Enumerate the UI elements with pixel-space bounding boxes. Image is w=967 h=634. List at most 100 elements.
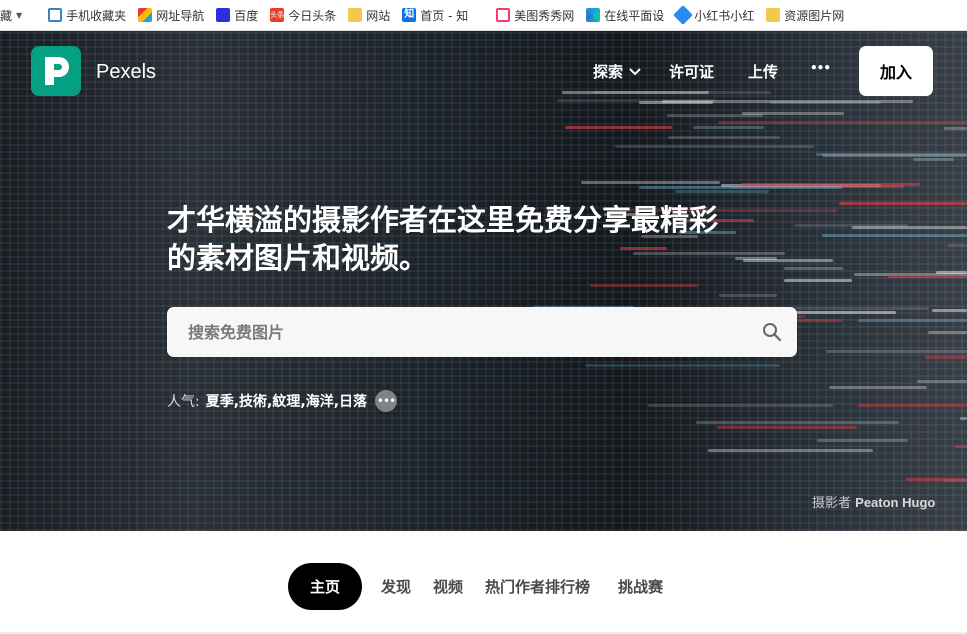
light-streak — [794, 224, 908, 228]
light-streak — [695, 421, 900, 425]
nav-license[interactable]: 许可证 — [669, 61, 714, 82]
bookmark-item[interactable]: 资源图片网 — [766, 7, 844, 24]
light-streak — [828, 385, 928, 389]
folder-icon — [348, 8, 363, 22]
light-streak — [816, 152, 967, 156]
headline-line-2: 的素材图片和视频。 — [167, 241, 429, 275]
bookmark-label: 百度 — [234, 8, 259, 23]
popular-searches: 人气: 夏季, 技術, 紋理, 海洋, 日落 ••• — [167, 390, 398, 412]
bookmarks-bar: 藏 ▼ 手机收藏夹 网址导航 百度 头条 今日头条 网站 知 首页 - 知 美图… — [0, 0, 967, 31]
bookmark-folder-toggle[interactable]: 藏 ▼ — [0, 7, 36, 24]
light-streak — [917, 379, 967, 383]
popular-tag[interactable]: 海洋, — [306, 391, 339, 411]
nav-explore-label: 探索 — [593, 63, 624, 81]
bookmark-item[interactable]: 头条 今日头条 — [270, 7, 336, 24]
tab-challenges[interactable]: 挑战赛 — [618, 563, 663, 610]
hero-headline: 才华横溢的摄影作者在这里免费分享最精彩 的素材图片和视频。 — [167, 201, 807, 277]
search-icon — [763, 323, 782, 342]
brand-name[interactable]: Pexels — [96, 61, 156, 84]
nav-explore[interactable]: 探索 — [593, 61, 641, 82]
hero-section: Pexels 探索 许可证 上传 ••• 加入 才华横溢的摄影作者在这里免费分享… — [0, 31, 967, 531]
light-streak — [719, 293, 777, 297]
tab-discover[interactable]: 发现 — [381, 563, 411, 610]
light-streak — [944, 126, 967, 130]
bookmark-label: 网址导航 — [156, 8, 205, 23]
light-streak — [857, 319, 967, 323]
nav-more-button[interactable]: ••• — [810, 61, 831, 75]
light-streak — [668, 136, 781, 140]
toutiao-icon: 头条 — [270, 8, 285, 22]
headline-line-1: 才华横溢的摄影作者在这里免费分享最精彩 — [167, 203, 719, 237]
meitu-icon — [496, 8, 511, 22]
search-button[interactable] — [747, 307, 797, 357]
content-tabs: 主页 发现 视频 热门作者排行榜 挑战赛 — [0, 531, 967, 634]
light-streak — [561, 91, 710, 95]
drop-icon — [673, 5, 694, 25]
light-streak — [936, 270, 967, 274]
light-streak — [707, 448, 873, 452]
bookmark-item[interactable]: 知 首页 - 知 — [402, 7, 468, 24]
bookmark-label: 在线平面设 — [604, 8, 665, 23]
light-streak — [906, 478, 967, 482]
light-streak — [666, 113, 764, 117]
light-streak — [822, 233, 967, 237]
photographer-name: Peaton Hugo — [855, 495, 936, 510]
light-streak — [959, 416, 967, 420]
bookmark-label: 资源图片网 — [784, 8, 845, 23]
tab-videos[interactable]: 视频 — [433, 563, 463, 610]
bookmark-item[interactable]: 手机收藏夹 — [48, 7, 126, 24]
light-streak — [581, 180, 721, 184]
light-streak — [590, 284, 699, 288]
light-streak — [661, 99, 913, 103]
join-button[interactable]: 加入 — [859, 46, 933, 96]
chevron-down-icon — [629, 67, 641, 75]
light-streak — [826, 349, 967, 353]
light-streak — [955, 445, 967, 449]
bookmark-item[interactable]: 网站 — [348, 7, 390, 24]
light-streak — [817, 438, 908, 442]
edge-icon — [586, 8, 601, 22]
popular-tag[interactable]: 日落 — [339, 391, 367, 411]
popular-tag[interactable]: 夏季, — [206, 391, 239, 411]
light-streak — [718, 121, 967, 125]
bookmark-label: 今日头条 — [288, 8, 337, 23]
folder-icon — [766, 8, 781, 22]
light-streak — [692, 125, 765, 129]
pexels-p-icon — [45, 57, 69, 85]
home-nav-icon — [138, 8, 153, 22]
bookmark-item[interactable]: 美图秀秀网 — [496, 7, 574, 24]
light-streak — [838, 201, 967, 205]
bookmark-item[interactable]: 百度 — [216, 7, 258, 24]
light-streak — [638, 185, 843, 189]
more-tags-button[interactable]: ••• — [375, 390, 398, 412]
popular-label: 人气: — [167, 394, 200, 410]
bookmark-label: 小红书小红 — [694, 8, 755, 23]
light-streak — [784, 278, 852, 282]
caret-down-icon: ▼ — [16, 10, 23, 20]
pexels-logo[interactable] — [31, 46, 81, 96]
light-streak — [614, 144, 814, 148]
bookmark-item[interactable]: 小红书小红 — [673, 5, 755, 25]
tab-home[interactable]: 主页 — [288, 563, 362, 610]
phone-icon — [48, 8, 63, 22]
light-streak — [857, 403, 967, 407]
bookmark-item[interactable]: 在线平面设 — [586, 7, 664, 24]
search-bar — [167, 307, 797, 357]
light-streak — [647, 403, 833, 407]
search-input[interactable] — [167, 307, 747, 357]
tab-leaderboard[interactable]: 热门作者排行榜 — [485, 563, 590, 610]
popular-tag[interactable]: 紋理, — [272, 391, 305, 411]
bookmark-label: 首页 - 知 — [420, 8, 469, 23]
credit-prefix: 摄影者 — [812, 496, 852, 511]
light-streak — [584, 363, 781, 367]
light-streak — [924, 355, 967, 359]
photo-credit[interactable]: 摄影者 Peaton Hugo — [812, 492, 935, 511]
bookmark-label: 手机收藏夹 — [66, 8, 127, 23]
light-streak — [931, 309, 967, 313]
bookmark-item[interactable]: 网址导航 — [138, 7, 204, 24]
zhihu-icon: 知 — [402, 8, 417, 22]
light-streak — [717, 426, 857, 430]
bookmark-folder-label: 藏 — [0, 8, 13, 23]
popular-tag[interactable]: 技術, — [239, 391, 272, 411]
nav-upload[interactable]: 上传 — [748, 61, 778, 82]
